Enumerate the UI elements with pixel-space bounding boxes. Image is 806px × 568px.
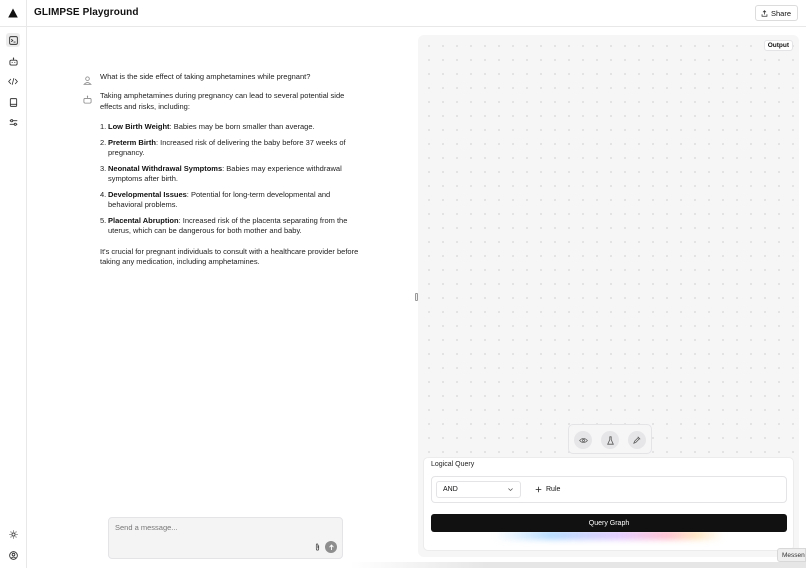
test-tool-button[interactable] [601, 431, 619, 449]
pipette-icon [633, 436, 641, 444]
message-input[interactable] [115, 523, 295, 532]
share-button[interactable]: Share [754, 5, 798, 21]
book-icon [9, 97, 17, 107]
list-item: 5. Placental Abruption: Increased risk of… [100, 215, 348, 236]
pick-tool-button[interactable] [628, 431, 646, 449]
left-rail [0, 27, 27, 568]
triangle-logo-icon[interactable] [8, 8, 18, 18]
sun-icon [8, 529, 18, 539]
plus-icon [535, 486, 542, 493]
add-rule-label: Rule [546, 486, 561, 493]
messenger-tab[interactable]: Messenger [777, 548, 806, 562]
rail-item-book[interactable] [6, 95, 20, 109]
add-rule-button[interactable]: Rule [531, 481, 564, 498]
rail-item-terminal[interactable] [6, 33, 20, 47]
logical-query-card: Logical Query AND Rule Query Graph [423, 457, 794, 551]
code-icon [8, 77, 18, 85]
rail-item-settings[interactable] [6, 115, 20, 129]
app-title: GLIMPSE Playground [34, 7, 139, 18]
chat-panel: What is the side effect of taking amphet… [27, 27, 415, 568]
message-composer [108, 517, 343, 559]
assistant-message: Taking amphetamines during pregnancy can… [83, 91, 363, 268]
rail-item-code[interactable] [6, 74, 20, 88]
flask-icon [606, 435, 614, 445]
rail-item-account[interactable] [6, 548, 20, 562]
send-button[interactable] [325, 541, 337, 553]
list-item: 3. Neonatal Withdrawal Symptoms: Babies m… [100, 163, 342, 184]
bottom-bar [350, 562, 806, 568]
top-bar: GLIMPSE Playground Share [0, 0, 806, 27]
share-icon [761, 9, 768, 17]
top-bar-divider [26, 0, 27, 27]
query-graph-button[interactable]: Query Graph [431, 514, 787, 532]
user-icon [83, 76, 92, 85]
logical-query-title: Logical Query [431, 461, 475, 468]
list-item: 1. Low Birth Weight: Babies may be born s… [100, 122, 315, 131]
operator-value: AND [443, 486, 458, 493]
user-message-text: What is the side effect of taking amphet… [100, 72, 311, 81]
assistant-message-body: Taking amphetamines during pregnancy can… [100, 91, 363, 268]
query-builder-row: AND Rule [431, 476, 787, 503]
user-circle-icon [8, 550, 18, 560]
bot-avatar-icon [83, 95, 92, 104]
output-label: Output [763, 40, 793, 51]
view-tool-button[interactable] [574, 431, 592, 449]
operator-select[interactable]: AND [436, 481, 521, 498]
graph-tool-group [568, 424, 652, 454]
eye-icon [578, 437, 588, 443]
list-item: 2. Preterm Birth: Increased risk of deliv… [100, 137, 346, 158]
side-effects-list: 1. Low Birth Weight: Babies may be born s… [100, 122, 363, 237]
output-panel: Output Logical Query AND Rule Query Grap… [418, 35, 799, 557]
attach-button[interactable] [312, 542, 322, 552]
assistant-closing: It's crucial for pregnant individuals to… [100, 246, 359, 267]
rail-item-theme[interactable] [6, 527, 20, 541]
assistant-intro: Taking amphetamines during pregnancy can… [100, 91, 345, 111]
paperclip-icon [315, 543, 319, 551]
user-message: What is the side effect of taking amphet… [83, 72, 363, 90]
arrow-up-icon [328, 543, 334, 550]
rail-item-bot[interactable] [6, 54, 20, 68]
terminal-icon [8, 35, 18, 45]
chevron-down-icon [508, 488, 513, 492]
bot-icon [8, 56, 18, 66]
sliders-icon [9, 118, 17, 126]
share-label: Share [770, 8, 791, 18]
app-root: GLIMPSE Playground Share What is the sid… [0, 0, 806, 568]
list-item: 4. Developmental Issues: Potential for lo… [100, 189, 331, 210]
